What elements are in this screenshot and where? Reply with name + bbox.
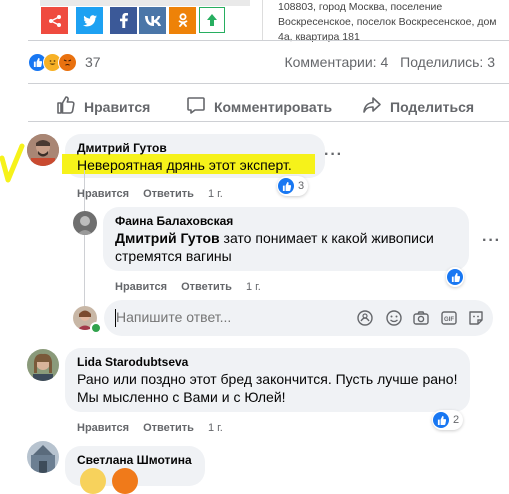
comments-count[interactable]: Комментарии: 4: [284, 54, 388, 70]
comment-author[interactable]: Фаина Балаховская: [115, 214, 457, 229]
comment-button-label: Комментировать: [214, 98, 333, 115]
sticker-icon[interactable]: [467, 309, 485, 327]
comment-timestamp[interactable]: 1 г.: [208, 188, 223, 200]
more-options-icon[interactable]: ···: [482, 232, 501, 250]
avatar[interactable]: [73, 211, 97, 235]
address-text: 108803, город Москва, поселение Воскресе…: [278, 0, 508, 45]
twitter-icon[interactable]: [76, 7, 103, 34]
address-line-1: 108803, город Москва, поселение: [278, 1, 443, 13]
comment-likes-badge[interactable]: 2: [432, 410, 464, 430]
share-button[interactable]: Поделиться: [362, 95, 474, 118]
avatar[interactable]: [27, 349, 59, 381]
online-status-dot: [90, 322, 102, 334]
comment-text: Невероятная дрянь этот эксперт.: [77, 157, 292, 173]
like-button-label: Нравится: [84, 98, 151, 115]
angry-reaction-icon: [58, 52, 77, 72]
comment-likes-badge[interactable]: 3: [277, 176, 309, 196]
comment-like-link[interactable]: Нравится: [115, 281, 167, 293]
comment-text: Рано или поздно этот бред закончится. Пу…: [77, 371, 458, 405]
svg-text:GIF: GIF: [444, 317, 454, 323]
post-stats: Комментарии: 4 Поделились: 3: [284, 54, 495, 70]
share-arrow-icon: [362, 95, 390, 118]
share-icon[interactable]: [41, 7, 68, 34]
comment-actions: Нравится Ответить 1 г.: [77, 188, 223, 200]
separator-actions: [28, 121, 509, 122]
comment-actions: Нравится Ответить 1 г.: [115, 281, 261, 293]
comment-author[interactable]: Lida Starodubtseva: [77, 355, 458, 370]
comment-button[interactable]: Комментировать: [186, 95, 332, 118]
comment-bubble: Дмитрий Гутов Невероятная дрянь этот экс…: [62, 134, 325, 178]
vk-icon[interactable]: [139, 7, 166, 34]
comment-like-link[interactable]: Нравится: [77, 422, 129, 434]
mention-link[interactable]: Дмитрий Гутов: [115, 230, 220, 246]
comment-timestamp[interactable]: 1 г.: [246, 281, 261, 293]
odnoklassniki-icon[interactable]: [169, 7, 196, 34]
like-badge-icon: [447, 269, 463, 285]
column-divider: [262, 0, 263, 40]
separator-top: [28, 40, 509, 41]
address-line-3: 4а, квартира 181: [278, 31, 360, 43]
comment-bubble: Lida Starodubtseva Рано или поздно этот …: [65, 348, 470, 412]
camera-icon[interactable]: [412, 309, 430, 327]
comment-actions: Нравится Ответить 1 г.: [77, 422, 223, 434]
likes-count: 3: [298, 180, 305, 192]
reply-input[interactable]: [116, 309, 316, 325]
shares-count[interactable]: Поделились: 3: [400, 54, 495, 70]
avatar[interactable]: [27, 134, 59, 166]
like-button[interactable]: Нравится: [56, 95, 150, 118]
more-options-icon[interactable]: ···: [324, 146, 343, 164]
address-line-2: Воскресенское, поселок Воскресенское, до…: [278, 16, 497, 28]
emoji-sticker: [112, 468, 138, 494]
like-badge-icon: [278, 178, 294, 194]
highlight-scribble: [0, 143, 25, 183]
thumbs-up-icon: [56, 95, 84, 118]
share-button-label: Поделиться: [390, 98, 475, 115]
reactions-summary[interactable]: 37: [28, 52, 101, 72]
top-strip: [40, 0, 250, 6]
emoji-sticker: [80, 468, 106, 494]
comment-reply-link[interactable]: Ответить: [143, 188, 194, 200]
comment-timestamp[interactable]: 1 г.: [208, 422, 223, 434]
separator-stats: [28, 83, 509, 84]
reply-box[interactable]: GIF: [104, 300, 493, 336]
comment-reply-link[interactable]: Ответить: [181, 281, 232, 293]
arrow-up-icon[interactable]: [199, 7, 225, 33]
comment-author[interactable]: Дмитрий Гутов: [77, 141, 313, 156]
comment-icon: [186, 95, 214, 118]
gif-icon[interactable]: GIF: [440, 309, 458, 327]
avatar[interactable]: [27, 441, 59, 473]
reactions-count[interactable]: 37: [85, 54, 101, 70]
likes-count: 2: [453, 414, 460, 426]
comment-author[interactable]: Светлана Шмотина: [77, 453, 193, 468]
facebook-icon[interactable]: [110, 7, 137, 34]
like-badge-icon: [433, 412, 449, 428]
comment-reply-link[interactable]: Ответить: [143, 422, 194, 434]
comment-likes-badge[interactable]: [446, 267, 464, 287]
emoji-icon[interactable]: [385, 309, 403, 327]
comment-bubble: Фаина Балаховская Дмитрий Гутов зато пон…: [103, 207, 469, 271]
avatar-sticker-icon[interactable]: [356, 309, 374, 327]
